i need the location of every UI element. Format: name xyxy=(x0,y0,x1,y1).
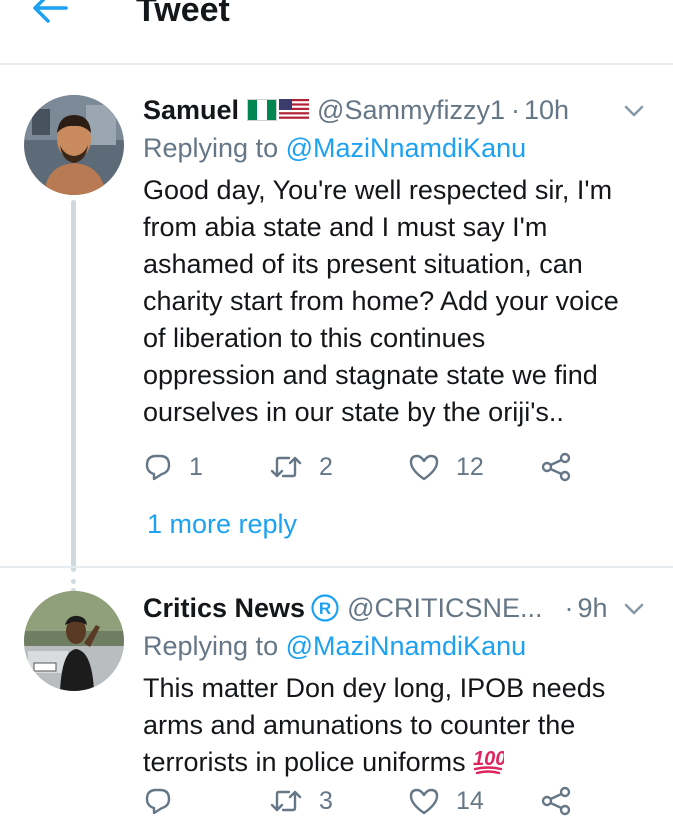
flag-nigeria-icon xyxy=(247,99,278,121)
back-button[interactable] xyxy=(30,0,70,28)
tweet-text-line: charity start from home? Add your voice xyxy=(143,286,619,316)
tweet-text-segment: terrorists in police uniforms xyxy=(143,747,466,777)
like-count: 12 xyxy=(456,452,484,481)
tweet-text-line: arms and amunations to counter the xyxy=(143,710,576,740)
avatar-image xyxy=(24,591,124,691)
mention-link[interactable]: @MaziNnamdiKanu xyxy=(286,631,527,661)
badge-letter: R xyxy=(319,599,331,618)
timestamp[interactable]: 9h xyxy=(578,592,608,624)
tweet-text-line: This matter Don dey long, IPOB needs xyxy=(143,673,606,703)
share-icon xyxy=(541,452,571,482)
retweet-button[interactable]: 3 xyxy=(269,781,333,821)
chevron-down-icon xyxy=(624,603,644,615)
top-app-bar: Tweet xyxy=(0,0,673,58)
tweet-text-line: ourselves in our state by the oriji's.. xyxy=(143,397,564,427)
tweet-actions: 3 14 xyxy=(143,781,643,821)
display-name[interactable]: Samuel xyxy=(143,94,239,126)
avatar[interactable] xyxy=(24,591,124,691)
tweet-text: Good day, You're well respected sir, I'm… xyxy=(143,172,653,431)
tweet-menu-button[interactable] xyxy=(621,98,647,124)
page-title: Tweet xyxy=(136,0,230,29)
tweet-actions: 1 2 12 xyxy=(143,447,643,487)
flag-usa-icon xyxy=(279,99,310,121)
share-button[interactable] xyxy=(540,781,572,821)
tweet-text: This matter Don dey long, IPOB needs arm… xyxy=(143,670,653,785)
retweet-count: 3 xyxy=(319,786,333,815)
tweet-text-line: of liberation to this continues xyxy=(143,323,486,353)
tweet-text-line: from abia state and I must say I'm xyxy=(143,212,548,242)
tweet-header: Samuel @Sammyfizzy1 · 10h xyxy=(143,90,569,130)
tweet-menu-button[interactable] xyxy=(621,596,647,622)
tweet-header: Critics News R @CRITICSNE... · 9h xyxy=(143,588,608,628)
separator: · xyxy=(564,593,574,623)
chevron-down-icon xyxy=(624,105,644,117)
like-button[interactable]: 14 xyxy=(408,781,484,821)
thread-line xyxy=(71,200,76,572)
registered-badge-icon: R xyxy=(311,594,339,622)
user-handle[interactable]: @Sammyfizzy1 xyxy=(317,94,505,126)
retweet-count: 2 xyxy=(319,452,333,481)
replying-to: Replying to @MaziNnamdiKanu xyxy=(143,630,526,662)
header-divider xyxy=(0,63,673,65)
reply-icon xyxy=(145,788,171,815)
tweet-divider xyxy=(0,566,673,568)
hundred-points-icon: 100 xyxy=(472,745,506,785)
reply-button[interactable] xyxy=(143,781,189,821)
mention-link[interactable]: @MaziNnamdiKanu xyxy=(286,133,527,163)
avatar-image xyxy=(24,95,124,195)
like-button[interactable]: 12 xyxy=(408,447,484,487)
user-handle[interactable]: @CRITICSNE... xyxy=(347,592,542,624)
flag-emojis xyxy=(247,99,310,121)
reply-icon xyxy=(145,454,171,481)
share-icon xyxy=(541,786,571,816)
retweet-button[interactable]: 2 xyxy=(269,447,333,487)
replying-to: Replying to @MaziNnamdiKanu xyxy=(143,132,526,164)
tweet-text-line: Good day, You're well respected sir, I'm xyxy=(143,175,613,205)
share-button[interactable] xyxy=(540,447,572,487)
tweet-text-line: terrorists in police uniforms 100 xyxy=(143,744,653,785)
tweet-text-line: oppression and stagnate state we find xyxy=(143,360,598,390)
tweet[interactable]: Critics News R @CRITICSNE... · 9h Replyi… xyxy=(0,570,673,830)
more-replies-link[interactable]: 1 more reply xyxy=(147,508,297,540)
heart-icon xyxy=(409,454,439,481)
retweet-icon xyxy=(270,456,302,478)
timestamp[interactable]: 10h xyxy=(524,94,569,126)
reply-count: 1 xyxy=(189,452,203,481)
replying-to-prefix: Replying to xyxy=(143,631,279,661)
display-name[interactable]: Critics News xyxy=(143,592,305,624)
reply-button[interactable]: 1 xyxy=(143,447,203,487)
arrow-left-icon xyxy=(33,0,68,23)
avatar[interactable] xyxy=(24,95,124,195)
like-count: 14 xyxy=(456,786,484,815)
tweet-text-line: ashamed of its present situation, can xyxy=(143,249,583,279)
separator: · xyxy=(510,95,520,125)
tweet[interactable]: Samuel @Sammyfizzy1 · 10h Replying to @M… xyxy=(0,66,673,602)
retweet-icon xyxy=(270,790,302,812)
heart-icon xyxy=(409,788,439,815)
replying-to-prefix: Replying to xyxy=(143,133,279,163)
